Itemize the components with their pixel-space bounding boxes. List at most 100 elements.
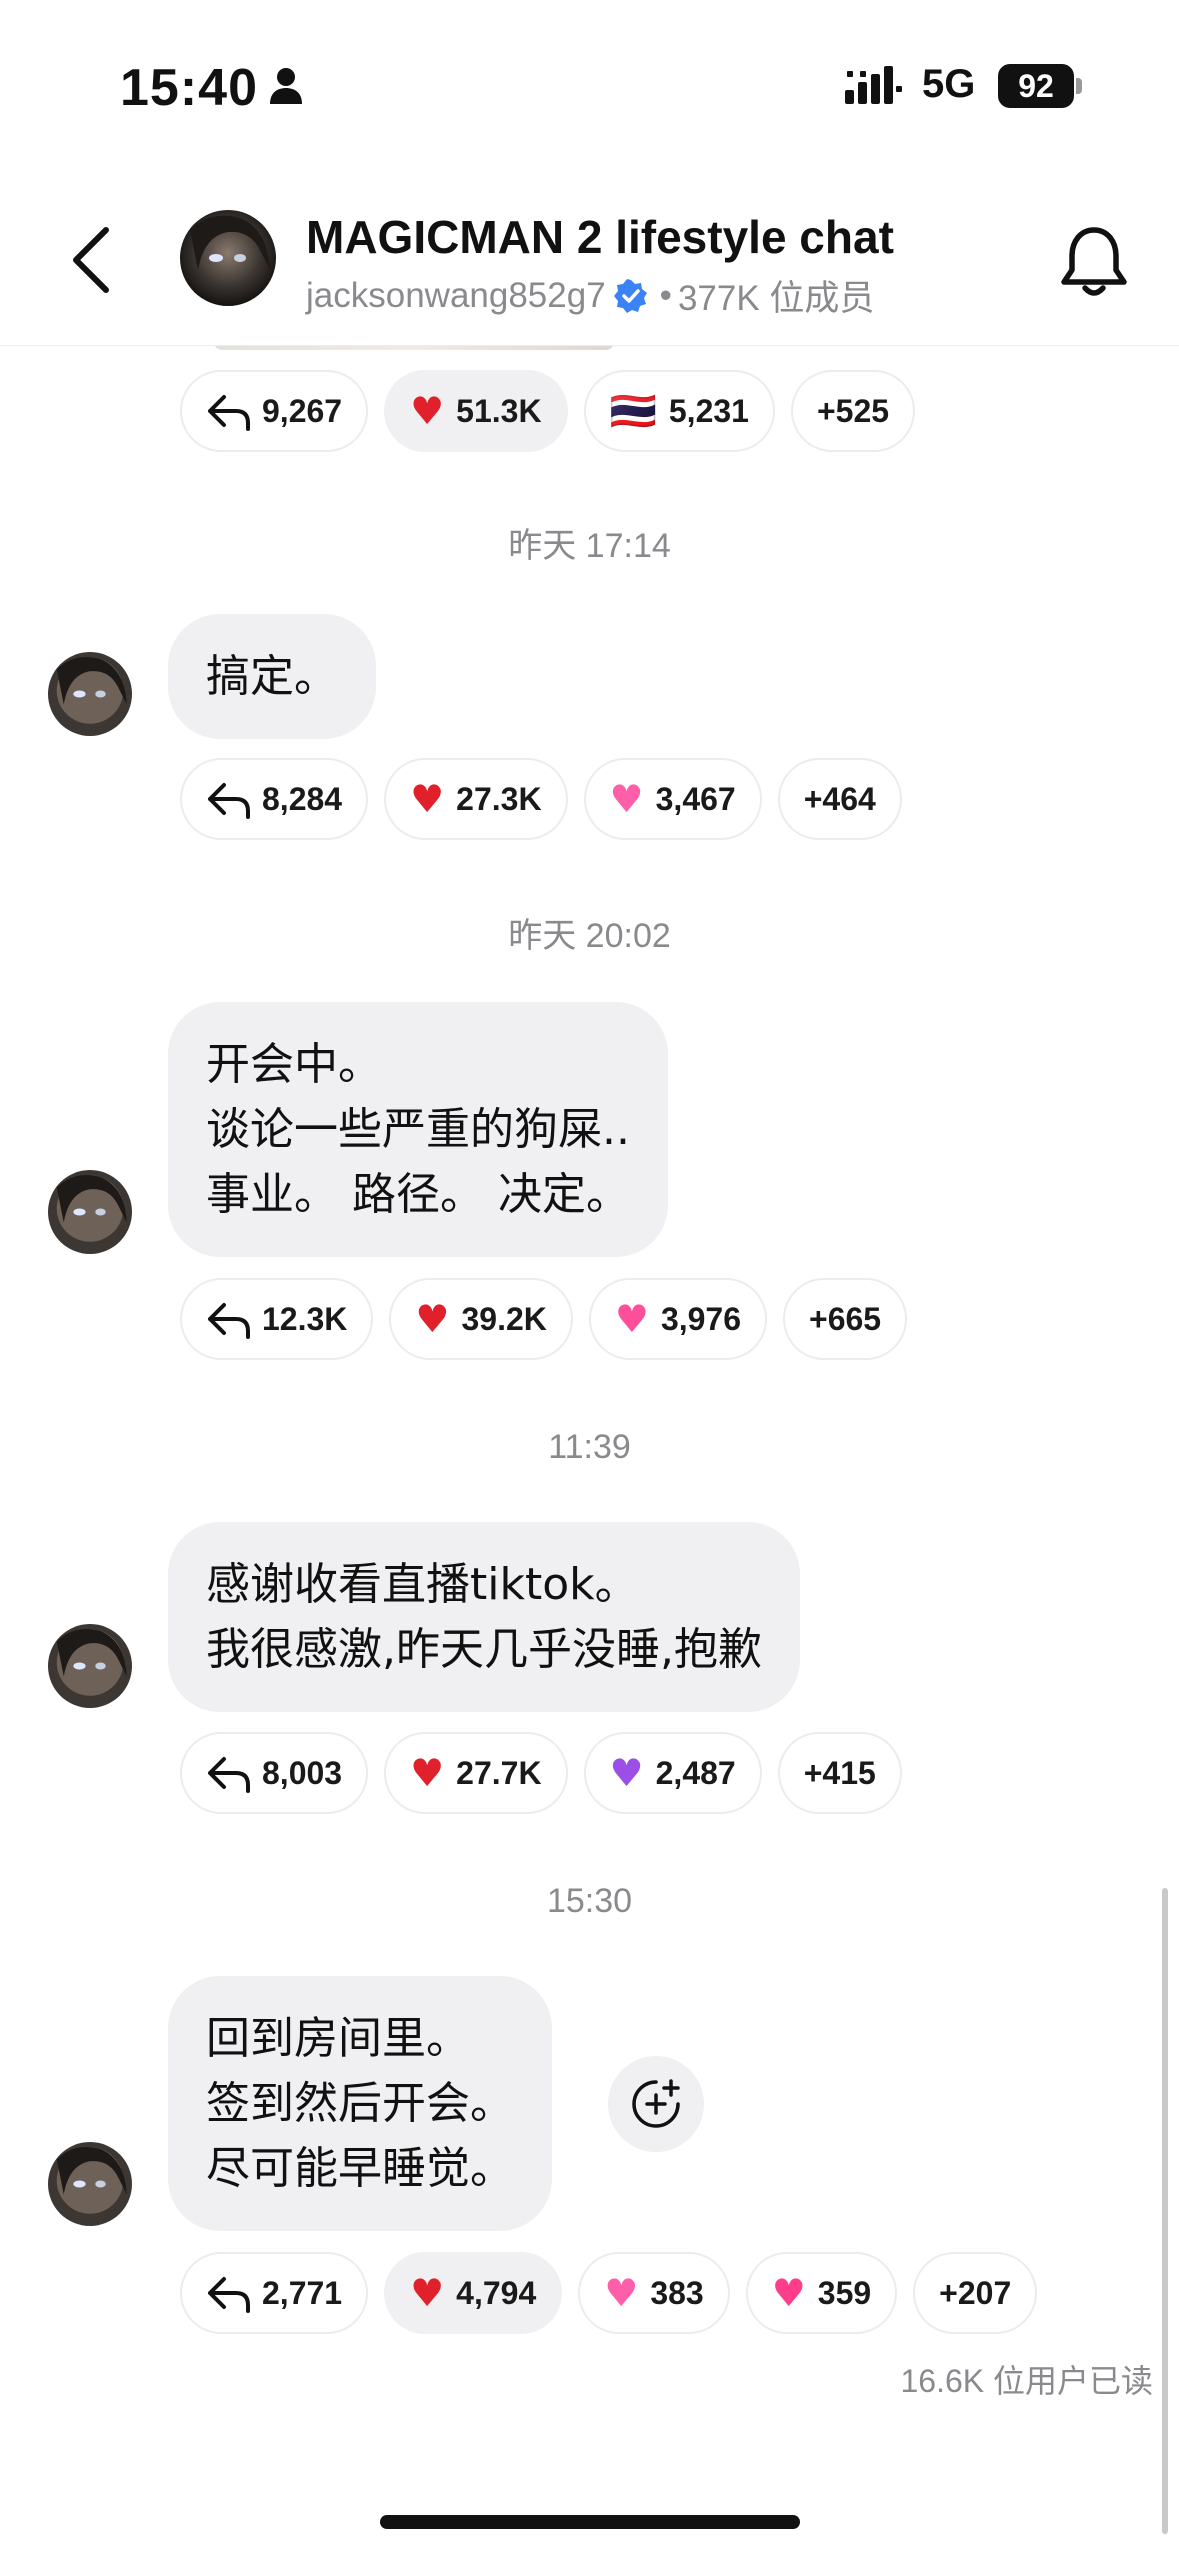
reply-button[interactable]: 8,284 bbox=[180, 758, 369, 840]
message-line: 感谢收看直播tiktok。 bbox=[206, 1559, 639, 1610]
chat-subtitle: jacksonwang852g7 • 377K 位成员 bbox=[306, 270, 874, 321]
read-receipt: 16.6K 位用户已读 bbox=[900, 2363, 1153, 2399]
back-chevron-icon[interactable] bbox=[62, 220, 122, 300]
reaction-row: 2,771 ♥ 4,794 ♥ 383 ♥ 359 +207 bbox=[180, 2252, 1038, 2334]
purple-heart-count: 2,487 bbox=[655, 1754, 736, 1791]
separator-dot: • bbox=[659, 275, 672, 315]
message-feed[interactable]: 9,267 ♥ 51.3K 🇹🇭 5,231 +525 昨天 17:14 搞定。… bbox=[0, 346, 1179, 2556]
heart-icon: ♥ bbox=[410, 389, 445, 433]
more-reactions-button[interactable]: +464 bbox=[777, 758, 902, 840]
sparkling-heart-icon: ♥ bbox=[614, 1297, 649, 1341]
more-reactions-button[interactable]: +415 bbox=[777, 1732, 902, 1814]
message-line: 事业。 路径。 决定。 bbox=[206, 1169, 630, 1220]
flag-count: 5,231 bbox=[668, 392, 749, 429]
growing-heart-icon: ♥ bbox=[609, 777, 644, 821]
more-reactions-button[interactable]: +525 bbox=[790, 370, 916, 452]
two-hearts-count: 359 bbox=[817, 2274, 872, 2311]
message-line: 谈论一些严重的狗屎.. bbox=[206, 1104, 630, 1155]
reply-button[interactable]: 12.3K bbox=[180, 1278, 374, 1360]
purple-heart-icon: ♥ bbox=[609, 1751, 644, 1795]
message-bubble[interactable]: 搞定。 bbox=[168, 614, 376, 739]
reply-arrow-icon bbox=[208, 1757, 250, 1793]
heart-reaction[interactable]: ♥ 39.2K bbox=[389, 1278, 573, 1360]
reply-button[interactable]: 8,003 bbox=[180, 1732, 369, 1814]
signal-icon bbox=[845, 66, 902, 104]
verified-badge-icon bbox=[613, 278, 647, 313]
reply-arrow-icon bbox=[208, 2277, 250, 2313]
growing-heart-icon: ♥ bbox=[604, 2271, 639, 2315]
heart-reaction[interactable]: ♥ 51.3K bbox=[384, 370, 568, 452]
more-reactions-button[interactable]: +207 bbox=[913, 2252, 1038, 2334]
pink-heart-count: 3,467 bbox=[655, 780, 736, 817]
avatar[interactable] bbox=[48, 1170, 132, 1254]
heart-reaction[interactable]: ♥ 27.7K bbox=[384, 1732, 568, 1814]
scrollbar[interactable] bbox=[1162, 1888, 1168, 2534]
reaction-row: 8,003 ♥ 27.7K ♥ 2,487 +415 bbox=[180, 1732, 902, 1814]
revolving-hearts-icon: ♥ bbox=[771, 2271, 806, 2315]
battery-level: 92 bbox=[998, 64, 1074, 108]
reply-count: 8,284 bbox=[262, 780, 343, 817]
timestamp: 昨天 20:02 bbox=[508, 917, 671, 955]
reaction-row: 8,284 ♥ 27.3K ♥ 3,467 +464 bbox=[180, 758, 902, 840]
timestamp: 15:30 bbox=[546, 1882, 633, 1920]
reply-button[interactable]: 2,771 bbox=[180, 2252, 369, 2334]
reply-arrow-icon bbox=[208, 395, 250, 431]
more-reactions-button[interactable]: +665 bbox=[783, 1278, 908, 1360]
heart-count: 27.3K bbox=[456, 780, 542, 817]
message-bubble[interactable]: 感谢收看直播tiktok。 我很感激,昨天几乎没睡,抱歉 bbox=[168, 1522, 800, 1712]
message-line: 签到然后开会。 bbox=[206, 2078, 514, 2129]
add-reaction-button[interactable] bbox=[608, 2056, 704, 2152]
avatar[interactable] bbox=[48, 652, 132, 736]
message-line: 我很感激,昨天几乎没睡,抱歉 bbox=[206, 1624, 762, 1675]
sparkle-heart-count: 3,976 bbox=[660, 1300, 742, 1337]
heart-icon: ♥ bbox=[415, 1297, 450, 1341]
status-time: 15:40 bbox=[120, 59, 258, 117]
heart-count: 4,794 bbox=[456, 2274, 537, 2311]
message-line: 尽可能早睡觉。 bbox=[206, 2143, 514, 2194]
heart-icon: ♥ bbox=[410, 777, 445, 821]
heart-reaction[interactable]: ♥ 4,794 bbox=[384, 2252, 563, 2334]
reply-arrow-icon bbox=[208, 783, 250, 819]
timestamp: 昨天 17:14 bbox=[508, 527, 671, 565]
reply-count: 2,771 bbox=[262, 2274, 343, 2311]
heart-count: 39.2K bbox=[461, 1300, 547, 1337]
heart-count: 27.7K bbox=[456, 1754, 542, 1791]
thailand-flag-icon: 🇹🇭 bbox=[609, 388, 657, 433]
heart-count: 51.3K bbox=[456, 392, 542, 429]
partial-media-preview[interactable] bbox=[214, 346, 614, 350]
avatar[interactable] bbox=[48, 1624, 132, 1708]
heart-reaction[interactable]: ♥ 27.3K bbox=[384, 758, 568, 840]
reply-arrow-icon bbox=[208, 1303, 250, 1339]
creator-handle[interactable]: jacksonwang852g7 bbox=[306, 276, 606, 316]
message-line: 开会中。 bbox=[206, 1039, 382, 1090]
pink-heart-reaction[interactable]: ♥ 383 bbox=[578, 2252, 730, 2334]
status-bar: 15:40 5G 92 bbox=[0, 0, 1179, 170]
two-hearts-reaction[interactable]: ♥ 359 bbox=[745, 2252, 898, 2334]
pink-heart-reaction[interactable]: ♥ 3,467 bbox=[583, 758, 762, 840]
battery-cap bbox=[1076, 78, 1082, 94]
reply-count: 9,267 bbox=[262, 392, 343, 429]
reply-count: 12.3K bbox=[262, 1300, 348, 1337]
reply-button[interactable]: 9,267 bbox=[180, 370, 369, 452]
message-line: 回到房间里。 bbox=[206, 2013, 470, 2064]
reply-count: 8,003 bbox=[262, 1754, 343, 1791]
chat-title: MAGICMAN 2 lifestyle chat bbox=[306, 211, 894, 263]
message-bubble[interactable]: 开会中。 谈论一些严重的狗屎.. 事业。 路径。 决定。 bbox=[168, 1002, 668, 1257]
avatar[interactable] bbox=[48, 2142, 132, 2226]
purple-heart-reaction[interactable]: ♥ 2,487 bbox=[583, 1732, 762, 1814]
person-icon bbox=[270, 68, 302, 104]
add-reaction-icon bbox=[632, 2079, 680, 2128]
bell-icon[interactable] bbox=[1058, 222, 1130, 302]
flag-reaction[interactable]: 🇹🇭 5,231 bbox=[583, 370, 775, 452]
reaction-row: 12.3K ♥ 39.2K ♥ 3,976 +665 bbox=[180, 1278, 908, 1360]
channel-avatar[interactable] bbox=[180, 210, 276, 306]
message-line: 搞定。 bbox=[206, 651, 338, 702]
network-type: 5G bbox=[922, 62, 976, 106]
pink-heart-count: 383 bbox=[650, 2274, 704, 2311]
reaction-row: 9,267 ♥ 51.3K 🇹🇭 5,231 +525 bbox=[180, 370, 916, 452]
home-indicator[interactable] bbox=[380, 2515, 800, 2529]
chat-header: MAGICMAN 2 lifestyle chat jacksonwang852… bbox=[0, 170, 1179, 346]
heart-icon: ♥ bbox=[410, 1751, 445, 1795]
message-bubble[interactable]: 回到房间里。 签到然后开会。 尽可能早睡觉。 bbox=[168, 1976, 552, 2231]
sparkle-heart-reaction[interactable]: ♥ 3,976 bbox=[588, 1278, 768, 1360]
